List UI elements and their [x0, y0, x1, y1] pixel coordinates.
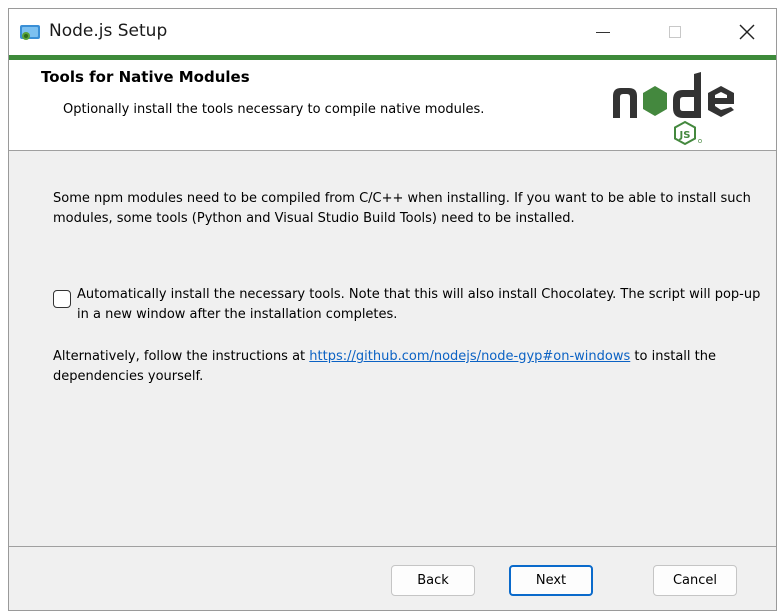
close-button[interactable]: [718, 9, 776, 55]
svg-text:JS: JS: [679, 130, 691, 141]
minimize-icon: [596, 31, 610, 33]
auto-install-checkbox[interactable]: [53, 290, 71, 308]
page-title: Tools for Native Modules: [41, 68, 250, 86]
header-banner: Tools for Native Modules Optionally inst…: [9, 60, 776, 151]
setup-window: Node.js Setup Tools for Native Modules O…: [8, 8, 777, 611]
minimize-button[interactable]: [574, 9, 632, 55]
title-bar: Node.js Setup: [9, 9, 776, 55]
maximize-icon: [669, 26, 681, 38]
intro-paragraph: Some npm modules need to be compiled fro…: [53, 191, 751, 226]
node-installer-icon: [20, 25, 40, 40]
auto-install-label[interactable]: Automatically install the necessary tool…: [77, 285, 767, 325]
next-button[interactable]: Next: [509, 565, 593, 596]
close-icon: [739, 24, 755, 40]
cancel-button[interactable]: Cancel: [653, 565, 737, 596]
maximize-button[interactable]: [646, 9, 704, 55]
page-subtitle: Optionally install the tools necessary t…: [63, 102, 485, 117]
nodejs-logo: JS: [613, 72, 734, 146]
footer-divider: [9, 546, 776, 547]
alternative-paragraph: Alternatively, follow the instructions a…: [53, 347, 763, 387]
auto-install-option[interactable]: Automatically install the necessary tool…: [53, 285, 765, 329]
node-gyp-link[interactable]: https://github.com/nodejs/node-gyp#on-wi…: [309, 349, 630, 364]
alternative-prefix: Alternatively, follow the instructions a…: [53, 349, 310, 364]
window-title: Node.js Setup: [49, 21, 168, 41]
back-button[interactable]: Back: [391, 565, 475, 596]
